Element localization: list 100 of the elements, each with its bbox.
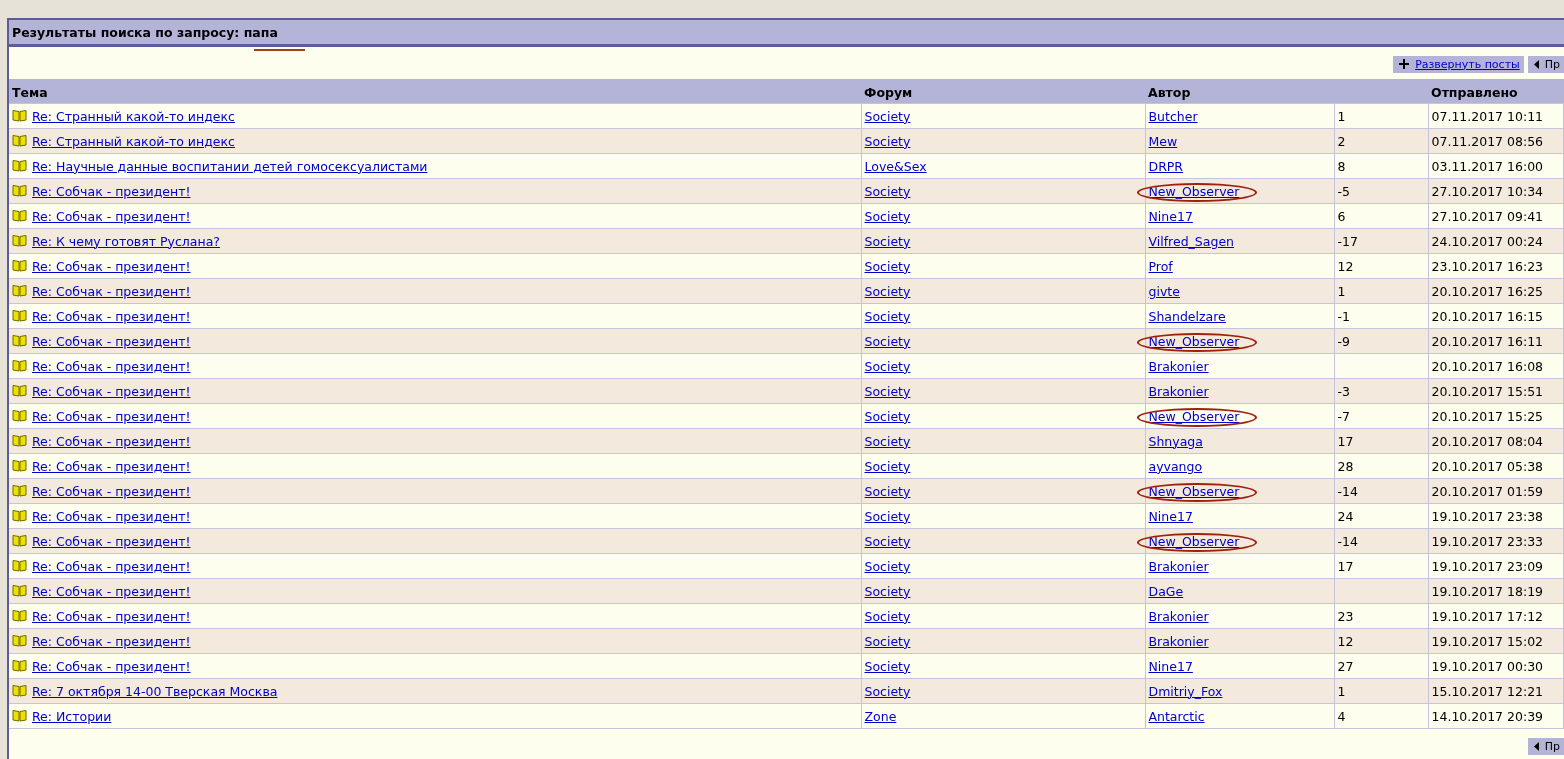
topic-link[interactable]: Re: Собчак - президент! [32,483,191,499]
date-cell: 19.10.2017 23:33 [1431,533,1544,549]
date-cell: 19.10.2017 17:12 [1431,608,1544,624]
author-link[interactable]: Brakonier [1148,633,1209,649]
date-cell: 23.10.2017 16:23 [1431,258,1544,274]
author-link[interactable]: givte [1148,283,1180,299]
topic-link[interactable]: Re: Собчак - президент! [32,608,191,624]
forum-link[interactable]: Society [864,108,911,124]
forum-link[interactable]: Zone [864,708,897,724]
forum-link[interactable]: Society [864,358,911,374]
forum-link[interactable]: Society [864,683,911,699]
topic-link[interactable]: Re: Странный какой-то индекс [32,133,235,149]
forum-link[interactable]: Society [864,283,911,299]
topic-link[interactable]: Re: Странный какой-то индекс [32,108,235,124]
date-cell: 19.10.2017 18:19 [1431,583,1544,599]
topic-link[interactable]: Re: Собчак - президент! [32,508,191,524]
score-cell: 8 [1337,158,1346,174]
forum-link[interactable]: Love&Sex [864,158,927,174]
left-triangle-icon [1533,741,1539,751]
author-link[interactable]: Nine17 [1148,658,1193,674]
topic-link[interactable]: Re: Собчак - президент! [32,283,191,299]
forum-link[interactable]: Society [864,558,911,574]
author-link[interactable]: Nine17 [1148,508,1193,524]
forum-link[interactable]: Society [864,408,911,424]
score-cell: -14 [1337,483,1358,499]
forum-link[interactable]: Society [864,633,911,649]
forum-link[interactable]: Society [864,258,911,274]
forum-link[interactable]: Society [864,208,911,224]
author-link[interactable]: DRPR [1148,158,1184,174]
author-link[interactable]: Mew [1148,133,1178,149]
forum-link[interactable]: Society [864,333,911,349]
forum-link[interactable]: Society [864,133,911,149]
date-cell: 19.10.2017 15:02 [1431,633,1544,649]
topic-link[interactable]: Re: Собчак - президент! [32,208,191,224]
forum-link[interactable]: Society [864,183,911,199]
forum-link[interactable]: Society [864,308,911,324]
topic-link[interactable]: Re: Собчак - президент! [32,183,191,199]
expand-posts-button[interactable]: Развернуть посты [1393,55,1524,73]
forum-link[interactable]: Society [864,583,911,599]
book-icon [12,358,27,372]
date-cell: 24.10.2017 00:24 [1431,233,1544,249]
topic-link[interactable]: Re: Собчак - президент! [32,433,191,449]
previous-button[interactable]: Пр [1527,737,1564,755]
author-link[interactable]: Antarctic [1148,708,1205,724]
author-link[interactable]: Brakonier [1148,383,1209,399]
author-link[interactable]: Brakonier [1148,608,1209,624]
date-cell: 14.10.2017 20:39 [1431,708,1544,724]
author-link[interactable]: Prof [1148,258,1173,274]
author-link[interactable]: Shnyaga [1148,433,1203,449]
topic-link[interactable]: Re: Собчак - президент! [32,333,191,349]
column-header: Форум [861,79,1145,104]
author-link[interactable]: Nine17 [1148,208,1193,224]
column-header: Автор [1145,79,1334,104]
forum-link[interactable]: Society [864,383,911,399]
topic-link[interactable]: Re: Собчак - президент! [32,583,191,599]
topic-link[interactable]: Re: 7 октября 14-00 Тверская Москва [32,683,278,699]
author-link[interactable]: Butcher [1148,108,1198,124]
topic-link[interactable]: Re: Собчак - президент! [32,383,191,399]
author-link[interactable]: Brakonier [1148,358,1209,374]
date-cell: 07.11.2017 08:56 [1431,133,1544,149]
score-cell: 27 [1337,658,1354,674]
previous-button[interactable]: Пр [1527,55,1564,73]
book-icon [12,583,27,597]
score-cell: 23 [1337,608,1354,624]
date-cell: 19.10.2017 00:30 [1431,658,1544,674]
forum-link[interactable]: Society [864,483,911,499]
author-link[interactable]: ayvango [1148,458,1203,474]
score-cell: -14 [1337,533,1358,549]
book-icon [12,158,27,172]
topic-link[interactable]: Re: Собчак - президент! [32,258,191,274]
topic-link[interactable]: Re: Собчак - президент! [32,408,191,424]
topic-link[interactable]: Re: Собчак - президент! [32,308,191,324]
score-cell: 17 [1337,433,1354,449]
topic-link[interactable]: Re: Собчак - президент! [32,533,191,549]
topic-link[interactable]: Re: Собчак - президент! [32,358,191,374]
author-link[interactable]: Brakonier [1148,558,1209,574]
forum-link[interactable]: Society [864,658,911,674]
forum-link[interactable]: Society [864,533,911,549]
topic-link[interactable]: Re: К чему готовят Руслана? [32,233,220,249]
date-cell: 03.11.2017 16:00 [1431,158,1544,174]
date-cell: 19.10.2017 23:38 [1431,508,1544,524]
score-cell: 17 [1337,558,1354,574]
topic-link[interactable]: Re: Собчак - президент! [32,458,191,474]
forum-link[interactable]: Society [864,458,911,474]
forum-link[interactable]: Society [864,508,911,524]
forum-link[interactable]: Society [864,233,911,249]
topic-link[interactable]: Re: Собчак - президент! [32,633,191,649]
author-link[interactable]: DaGe [1148,583,1184,599]
score-cell: 24 [1337,508,1354,524]
date-cell: 07.11.2017 10:11 [1431,108,1544,124]
book-icon [12,458,27,472]
date-cell: 20.10.2017 01:59 [1431,483,1544,499]
forum-link[interactable]: Society [864,608,911,624]
book-icon [12,258,27,272]
date-cell: 20.10.2017 16:08 [1431,358,1544,374]
topic-link[interactable]: Re: Собчак - президент! [32,658,191,674]
book-icon [12,508,27,522]
topic-link[interactable]: Re: Собчак - президент! [32,558,191,574]
topic-link[interactable]: Re: Истории [32,708,112,724]
forum-link[interactable]: Society [864,433,911,449]
